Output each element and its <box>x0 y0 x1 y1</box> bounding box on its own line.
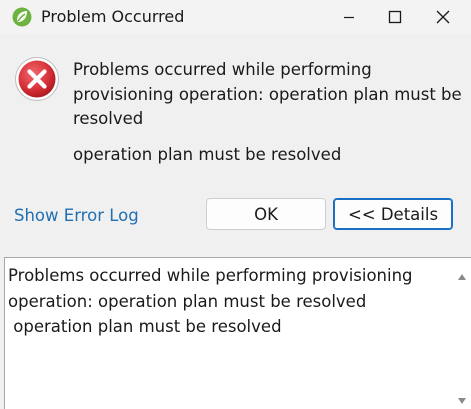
window-title: Problem Occurred <box>41 7 185 26</box>
scroll-up-arrow-icon[interactable] <box>457 267 467 280</box>
details-text-area[interactable]: Problems occurred while performing provi… <box>4 257 471 409</box>
title-bar[interactable]: Problem Occurred <box>0 0 471 34</box>
details-button[interactable]: << Details <box>333 198 453 230</box>
ok-button[interactable]: OK <box>206 198 326 230</box>
minimize-button[interactable] <box>326 0 372 34</box>
details-text: Problems occurred while performing provi… <box>8 266 413 336</box>
show-error-log-link[interactable]: Show Error Log <box>14 205 139 227</box>
close-button[interactable] <box>420 0 466 34</box>
error-icon <box>14 56 60 102</box>
vertical-scrollbar[interactable] <box>453 258 471 409</box>
problem-occurred-dialog: Problem Occurred Problems occurred while… <box>0 0 471 409</box>
scroll-down-arrow-icon[interactable] <box>457 391 467 404</box>
close-icon <box>436 10 450 24</box>
error-message: Problems occurred while performing provi… <box>73 60 462 128</box>
maximize-button[interactable] <box>372 0 418 34</box>
error-detail-summary: operation plan must be resolved <box>73 145 342 164</box>
eclipse-spring-icon <box>12 7 32 27</box>
maximize-icon <box>388 10 402 24</box>
minimize-icon <box>343 11 355 23</box>
